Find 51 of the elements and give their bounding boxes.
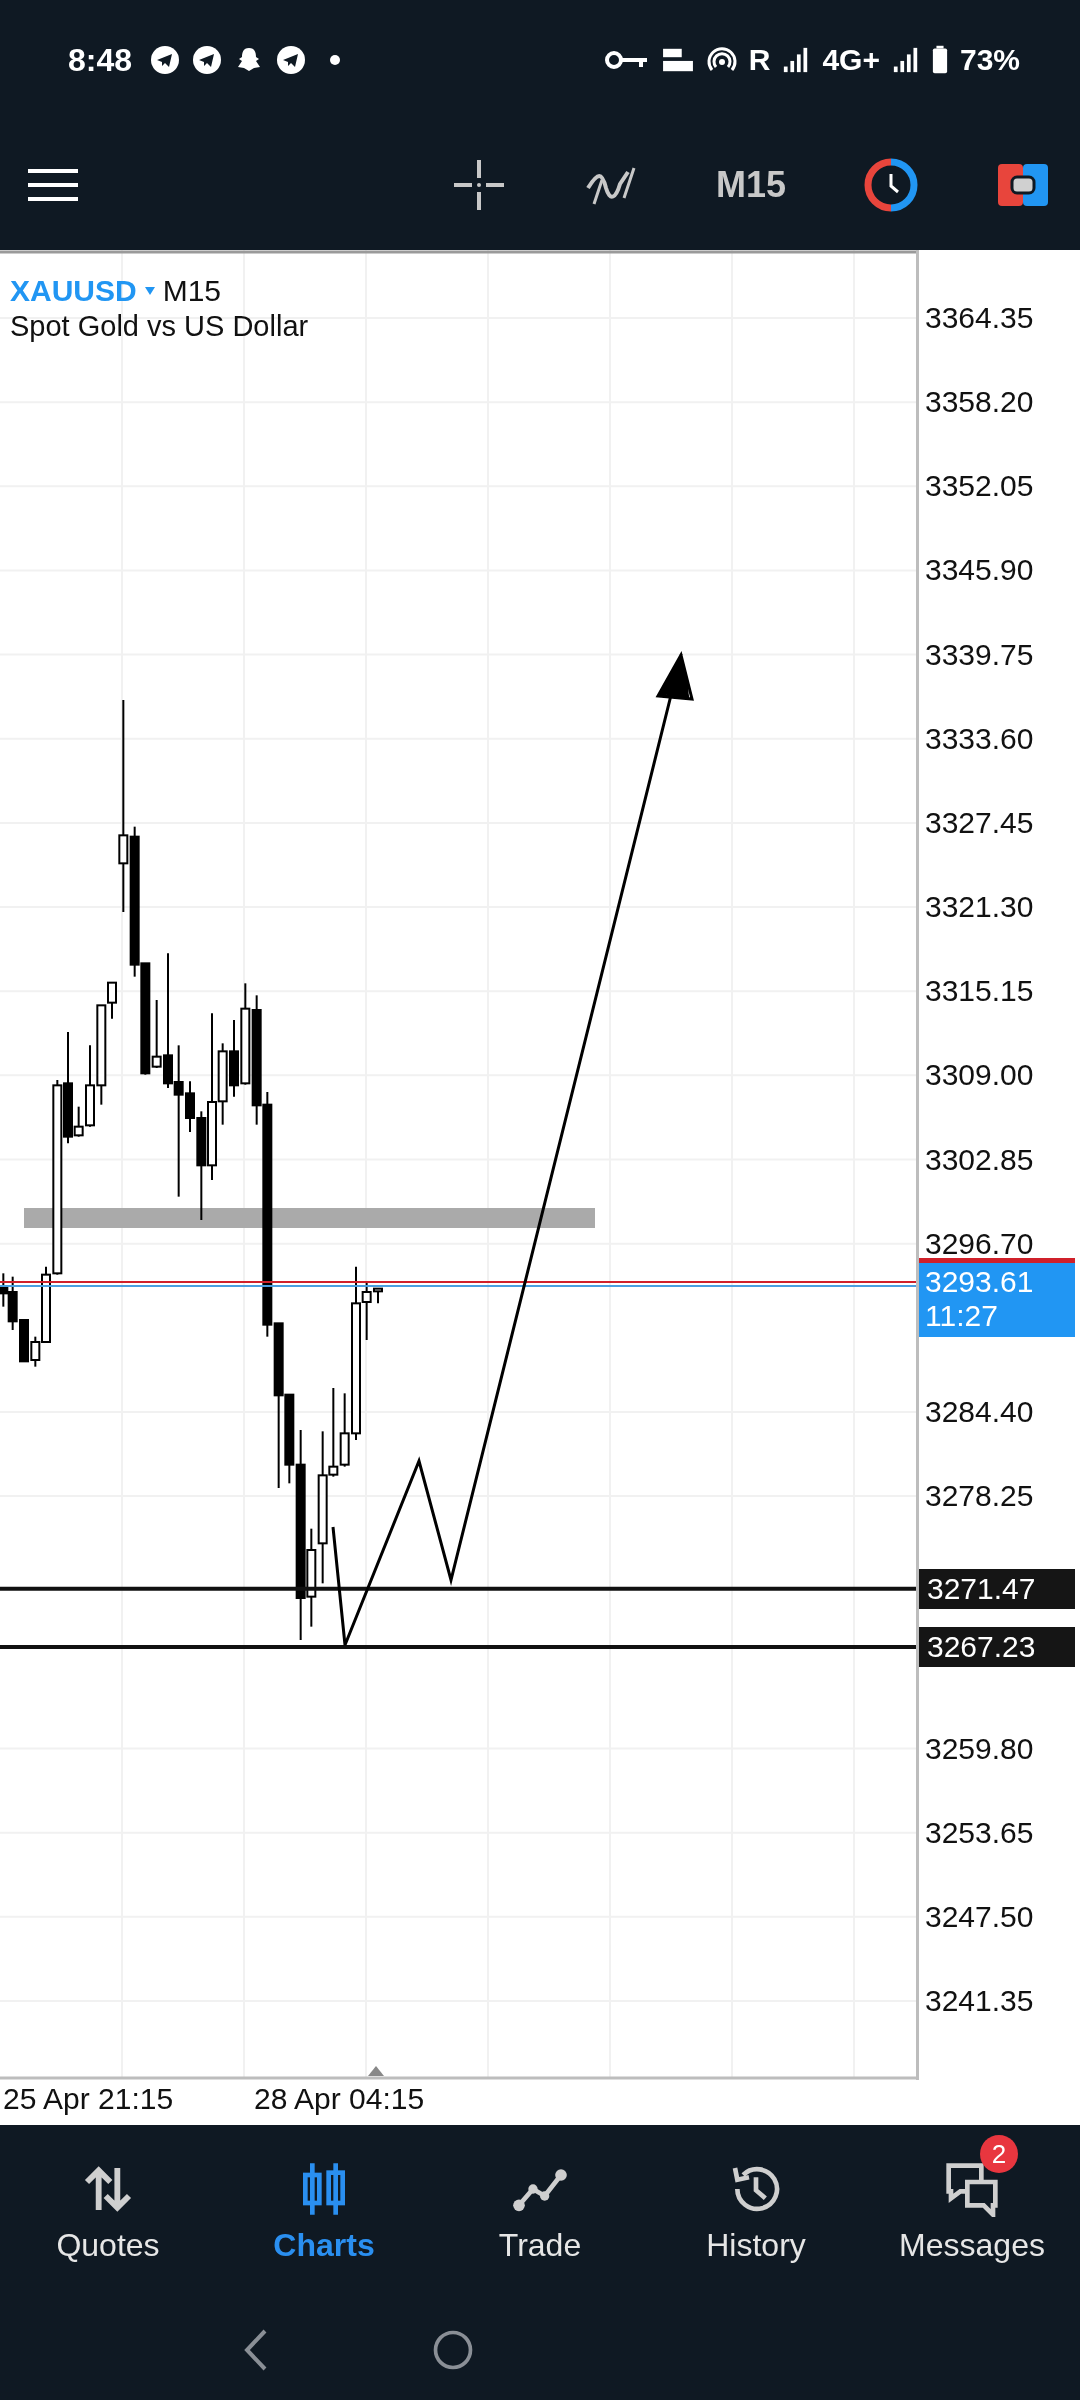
price-tick: 3259.80 [925,1730,1034,1767]
nav-tab[interactable]: Quotes [0,2125,216,2300]
timeframe-button[interactable]: M15 [715,164,786,206]
price-tick: 3302.85 [925,1141,1034,1178]
price-tick: 3247.50 [925,1898,1034,1935]
price-tick: 3321.30 [925,889,1034,926]
price-tick: 3345.90 [925,552,1034,589]
price-tick: 3333.60 [925,720,1034,757]
dropdown-icon[interactable] [144,287,155,295]
price-tick: 3358.20 [925,384,1034,421]
price-tick: 3315.15 [925,973,1034,1010]
nav-tab[interactable]: History [648,2125,864,2300]
battery-level: 73% [959,43,1020,77]
chat-bubbles-icon [944,2161,1000,2217]
nav-tab[interactable]: 2 Messages [864,2125,1080,2300]
price-tick: 3327.45 [925,804,1034,841]
notification-badge: 2 [980,2135,1018,2173]
network-type: 4G+ [822,43,880,77]
price-tick: 3284.40 [925,1393,1034,1430]
price-tick: 3253.65 [925,1814,1034,1851]
bar-countdown: 11:27 [925,1298,999,1333]
price-tick: 3339.75 [925,636,1034,673]
time-tick: 28 Apr 04:15 [254,2082,425,2116]
price-tick: 3352.05 [925,468,1034,505]
price-tick: 3309.00 [925,1057,1034,1094]
status-time: 8:48 [68,41,133,79]
current-price: 3293.61 [925,1264,1035,1299]
telegram-icon [150,45,181,75]
price-tick: 3296.70 [925,1225,1034,1262]
nav-tab[interactable]: Trade [432,2125,648,2300]
clock-icon[interactable] [864,158,918,212]
crosshair-icon[interactable] [451,158,506,212]
scroll-marker-icon[interactable] [368,2066,384,2076]
key-icon [604,50,649,70]
price-tick: 3364.35 [925,300,1034,336]
nav-tab[interactable]: Charts [216,2125,432,2300]
menu-icon[interactable] [28,169,78,201]
telegram-icon [192,45,223,75]
chart-timeframe: M15 [162,274,222,308]
level-price-label: 3267.23 [919,1626,1075,1667]
telegram-icon [276,45,307,75]
price-tick: 3241.35 [925,1983,1034,2019]
dot-icon [330,55,341,65]
symbol-description: Spot Gold vs US Dollar [10,310,309,343]
level-price-label: 3271.47 [919,1568,1075,1609]
time-tick: 25 Apr 21:15 [3,2082,174,2116]
candle [19,1319,29,1363]
signal-icon [891,46,920,74]
price-tick: 3278.25 [925,1478,1034,1515]
roaming-indicator: R [748,43,771,77]
battery-icon [931,44,948,76]
